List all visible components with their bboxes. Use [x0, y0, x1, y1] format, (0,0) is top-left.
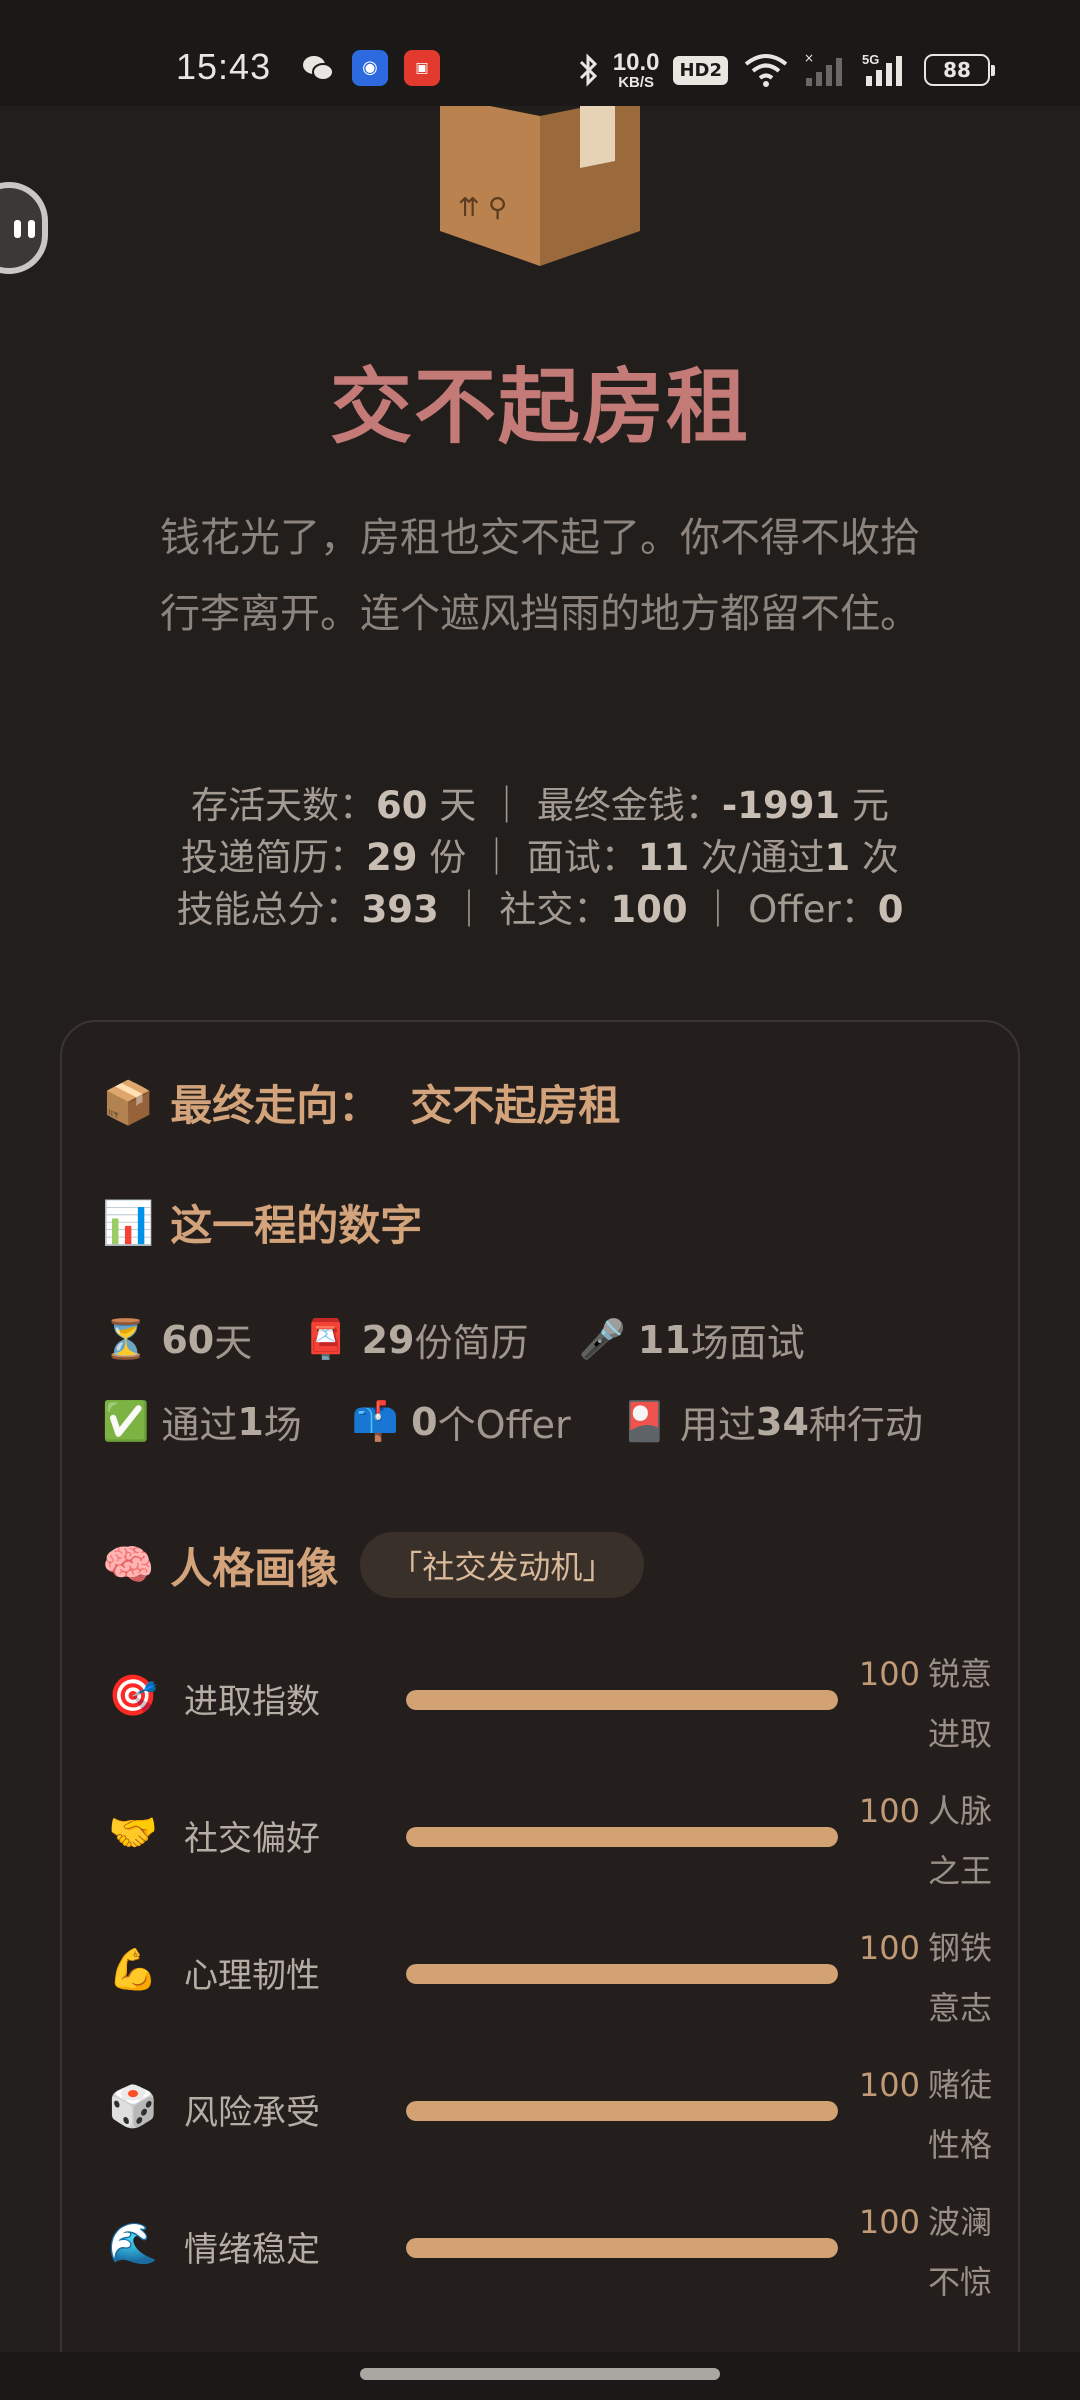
trait-score: 100 人脉之王	[858, 1792, 992, 1890]
hourglass-icon: ⏳	[102, 1317, 150, 1361]
navigation-bar	[0, 2352, 1080, 2400]
bar-chart-icon: 📊	[102, 1197, 155, 1247]
dice-icon: 🎲	[108, 2084, 158, 2130]
app-blue-icon: ◉	[352, 50, 388, 86]
stat-interviews: 🎤 11 场面试	[578, 1317, 805, 1365]
status-bar: 15:43 ◉ ▣ 10.0 KB/S HD2 × 5G 88	[0, 0, 1080, 106]
trait-row: 💪 心理韧性 100 钢铁意志	[102, 1929, 992, 2062]
result-card: 📦 最终走向： 交不起房租 📊 这一程的数字 ⏳ 60 天 📮 29 份简历 🎤 1…	[60, 1020, 1020, 2400]
svg-text:5G: 5G	[862, 52, 879, 67]
package-icon: 📦	[102, 1077, 155, 1127]
trait-name: 心理韧性	[184, 1956, 320, 1996]
trait-bar-fill	[406, 1964, 838, 1984]
stat-offers: 📫 0 个Offer	[351, 1399, 571, 1447]
numbers-row-2: ✅ 通过 1 场 📫 0 个Offer 🎴 用过 34 种行动	[102, 1394, 982, 1449]
trait-name: 风险承受	[184, 2093, 320, 2133]
numbers-heading: 📊 这一程的数字	[102, 1197, 423, 1251]
trait-bar-fill	[406, 1827, 838, 1847]
flexed-biceps-icon: 💪	[108, 1947, 158, 1993]
app-red-icon: ▣	[404, 50, 440, 86]
ending-title: 交不起房租	[329, 360, 750, 455]
persona-heading: 🧠 人格画像 「社交发动机」	[102, 1532, 645, 1598]
signal-5g-icon: 5G	[862, 52, 902, 86]
stats-line-2: 投递简历：29 份 ｜ 面试：11 次/通过1 次	[180, 836, 900, 879]
status-time: 15:43	[176, 46, 272, 87]
trait-bar	[406, 2238, 838, 2258]
stat-actions: 🎴 用过 34 种行动	[620, 1399, 923, 1447]
trait-score: 100 钢铁意志	[858, 1929, 992, 2027]
summary-stats: 存活天数：60 天 ｜ 最终金钱：-1991 元 投递简历：29 份 ｜ 面试：…	[0, 780, 1080, 936]
hd-badge: HD2	[673, 55, 728, 85]
home-gesture-handle[interactable]	[360, 2368, 720, 2380]
stats-line-3: 技能总分：393 ｜ 社交：100 ｜ Offer：0	[176, 888, 904, 931]
stats-line-1: 存活天数：60 天 ｜ 最终金钱：-1991 元	[191, 784, 889, 827]
trait-bar	[406, 2101, 838, 2121]
signal-icon: ×	[804, 52, 842, 86]
trait-name: 情绪稳定	[184, 2230, 320, 2270]
handshake-icon: 🤝	[108, 1810, 158, 1856]
postbox-icon: 📮	[302, 1317, 350, 1361]
package-icon: ⇈ ⚲	[440, 106, 640, 266]
wave-icon: 🌊	[108, 2221, 158, 2267]
battery-indicator: 88	[924, 54, 995, 86]
card-icon: 🎴	[620, 1399, 669, 1443]
trait-bar	[406, 1964, 838, 1984]
trait-row: 🤝 社交偏好 100 人脉之王	[102, 1792, 992, 1925]
trait-name: 社交偏好	[184, 1819, 320, 1859]
trait-row: 🎯 进取指数 100 锐意进取	[102, 1655, 992, 1788]
numbers-row-1: ⏳ 60 天 📮 29 份简历 🎤 11 场面试	[102, 1312, 982, 1367]
mailbox-icon: 📫	[351, 1399, 400, 1443]
svg-text:⇈ ⚲: ⇈ ⚲	[458, 193, 507, 223]
target-icon: 🎯	[108, 1673, 158, 1719]
ending-description: 钱花光了，房租也交不起了。你不得不收拾行李离开。连个遮风挡雨的地方都留不住。	[160, 515, 920, 637]
trait-bar-fill	[406, 1690, 838, 1710]
svg-text:×: ×	[804, 52, 814, 65]
trait-bar	[406, 1827, 838, 1847]
final-destination-heading: 📦 最终走向： 交不起房租	[102, 1072, 620, 1133]
floating-assistant-button[interactable]	[0, 182, 48, 274]
final-destination-value: 交不起房租	[410, 1081, 621, 1130]
wechat-icon	[303, 56, 334, 81]
trait-bar-fill	[406, 2101, 838, 2121]
stat-resumes: 📮 29 份简历	[302, 1317, 529, 1365]
stat-passed: ✅ 通过 1 场	[102, 1399, 302, 1447]
check-mark-icon: ✅	[102, 1399, 150, 1443]
trait-bar-fill	[406, 2238, 838, 2258]
trait-score: 100 锐意进取	[858, 1655, 992, 1753]
stat-days: ⏳ 60 天	[102, 1317, 253, 1365]
trait-score: 100 波澜不惊	[858, 2203, 992, 2301]
trait-name: 进取指数	[184, 1682, 320, 1722]
persona-tag: 「社交发动机」	[360, 1532, 645, 1598]
net-speed: 10.0 KB/S	[612, 48, 660, 91]
brain-icon: 🧠	[102, 1540, 155, 1589]
trait-score: 100 赌徒性格	[858, 2066, 992, 2164]
trait-row: 🎲 风险承受 100 赌徒性格	[102, 2066, 992, 2199]
trait-bar	[406, 1690, 838, 1710]
microphone-icon: 🎤	[578, 1317, 626, 1361]
trait-row: 🌊 情绪稳定 100 波澜不惊	[102, 2203, 992, 2336]
bluetooth-icon	[579, 53, 597, 87]
wifi-icon	[744, 54, 788, 87]
